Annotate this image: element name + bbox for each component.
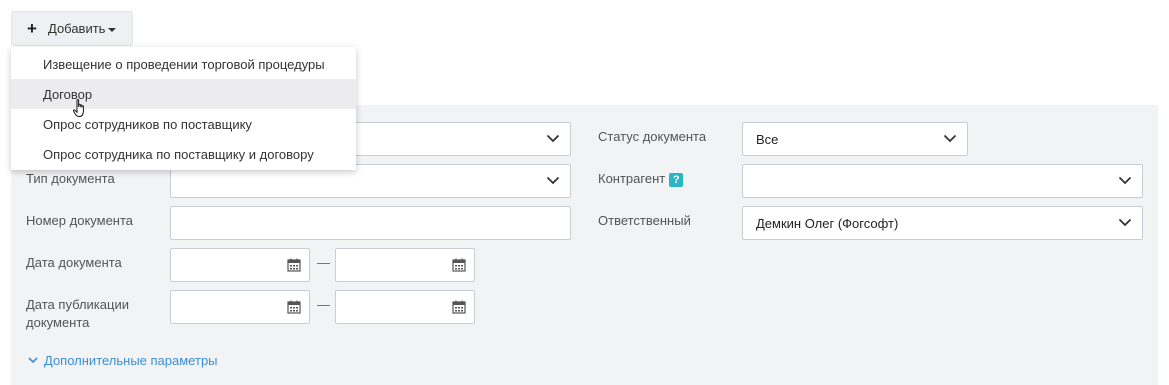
- counterparty-select[interactable]: [742, 164, 1143, 198]
- more-params-label: Дополнительные параметры: [44, 353, 218, 368]
- doc-date-from-input[interactable]: [170, 248, 310, 282]
- responsible-value: Демкин Олег (Фогсофт): [756, 215, 899, 231]
- calendar-icon[interactable]: [287, 300, 301, 314]
- responsible-select[interactable]: Демкин Олег (Фогсофт): [742, 206, 1143, 240]
- doc-pub-date-label: Дата публикации документа: [26, 296, 129, 332]
- menu-item-contract[interactable]: Договор: [11, 79, 356, 109]
- chevron-down-icon: [546, 134, 560, 143]
- menu-item-employee-survey[interactable]: Опрос сотрудников по поставщику: [11, 109, 356, 139]
- add-button[interactable]: + Добавить: [11, 11, 133, 46]
- doc-number-input[interactable]: [170, 206, 571, 240]
- plus-icon: +: [27, 19, 37, 38]
- chevron-down-icon: [1118, 176, 1132, 185]
- page: + Добавить Статус документа Все Тип доку…: [0, 0, 1169, 385]
- chevron-down-icon: [546, 176, 560, 185]
- calendar-icon[interactable]: [287, 258, 301, 272]
- doc-number-label: Номер документа: [26, 213, 134, 228]
- chevron-down-icon: [28, 357, 38, 364]
- calendar-icon[interactable]: [452, 300, 466, 314]
- pub-date-to-input[interactable]: [335, 290, 475, 324]
- status-select[interactable]: Все: [742, 122, 968, 156]
- status-label: Статус документа: [598, 129, 707, 144]
- chevron-down-icon: [1118, 218, 1132, 227]
- counterparty-label: Контрагент?: [598, 170, 684, 188]
- menu-item-label: Опрос сотрудников по поставщику: [43, 116, 252, 132]
- range-separator: —: [317, 255, 330, 270]
- menu-item-notice[interactable]: Извещение о проведении торговой процедур…: [11, 49, 356, 79]
- status-value: Все: [756, 131, 779, 147]
- menu-item-label: Опрос сотрудника по поставщику и договор…: [43, 146, 314, 162]
- counterparty-label-text: Контрагент: [598, 171, 666, 186]
- responsible-label: Ответственный: [598, 213, 691, 228]
- menu-item-label: Извещение о проведении торговой процедур…: [43, 56, 325, 72]
- doc-type-label: Тип документа: [26, 171, 115, 186]
- add-dropdown-menu: Извещение о проведении торговой процедур…: [11, 47, 356, 170]
- pub-date-from-input[interactable]: [170, 290, 310, 324]
- doc-pub-date-label-line1: Дата публикации: [26, 297, 129, 312]
- caret-down-icon: [108, 27, 117, 32]
- range-separator: —: [317, 297, 330, 312]
- chevron-down-icon: [943, 134, 957, 143]
- hand-cursor-icon: [73, 99, 84, 117]
- doc-date-label: Дата документа: [26, 255, 122, 270]
- calendar-icon[interactable]: [452, 258, 466, 272]
- doc-pub-date-label-line2: документа: [26, 315, 90, 330]
- help-icon[interactable]: ?: [669, 173, 684, 187]
- more-params-link[interactable]: Дополнительные параметры: [28, 353, 218, 368]
- add-button-label: Добавить: [48, 21, 106, 36]
- menu-item-employee-survey-contract[interactable]: Опрос сотрудника по поставщику и договор…: [11, 139, 356, 169]
- doc-date-to-input[interactable]: [335, 248, 475, 282]
